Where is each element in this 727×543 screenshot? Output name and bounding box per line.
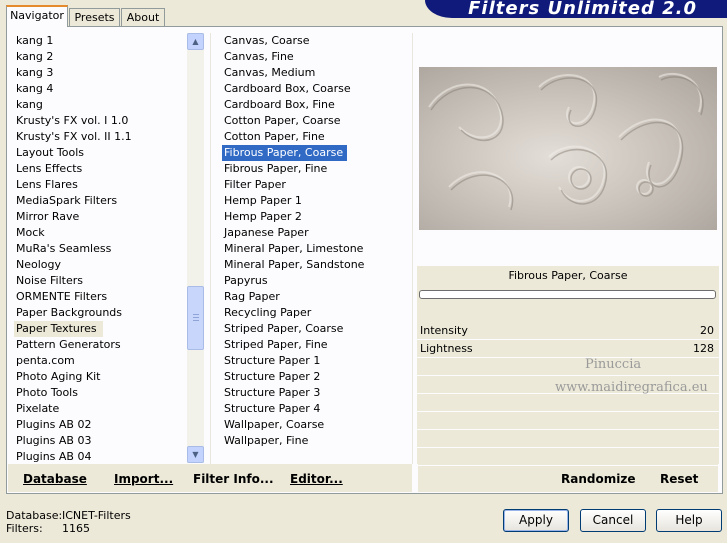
param-label: Intensity xyxy=(420,324,468,337)
help-button[interactable]: Help xyxy=(656,509,722,532)
category-item[interactable]: Noise Filters xyxy=(14,273,186,289)
category-item[interactable]: Plugins AB 02 xyxy=(14,417,186,433)
filter-item[interactable]: Fibrous Paper, Coarse xyxy=(222,145,348,161)
selected-filter-name: Fibrous Paper, Coarse xyxy=(508,269,628,282)
category-item[interactable]: kang 2 xyxy=(14,49,186,65)
category-item[interactable]: MediaSpark Filters xyxy=(14,193,186,209)
param-row-empty xyxy=(417,448,719,466)
category-item[interactable]: ORMENTE Filters xyxy=(14,289,186,305)
category-item[interactable]: Mock xyxy=(14,225,186,241)
filter-item[interactable]: Striped Paper, Coarse xyxy=(222,321,410,337)
chevron-up-icon[interactable]: ▲ xyxy=(187,33,204,50)
category-item[interactable]: Pattern Generators xyxy=(14,337,186,353)
filter-list[interactable]: Canvas, Coarse Canvas, Fine Canvas, Medium… xyxy=(222,33,410,449)
cancel-button[interactable]: Cancel xyxy=(580,509,646,532)
editor-link[interactable]: Editor... xyxy=(290,472,343,486)
reset-button[interactable]: Reset xyxy=(660,472,698,486)
filter-item[interactable]: Mineral Paper, Limestone xyxy=(222,241,410,257)
param-row-empty xyxy=(417,394,719,412)
category-list[interactable]: kang 1 kang 2 kang 3 kang 4 kang Krusty's FX … xyxy=(14,33,186,465)
randomize-button[interactable]: Randomize xyxy=(561,472,635,486)
import-link[interactable]: Import... xyxy=(114,472,173,486)
filter-item[interactable]: Rag Paper xyxy=(222,289,410,305)
divider xyxy=(412,33,413,464)
filter-item[interactable]: Cardboard Box, Fine xyxy=(222,97,410,113)
category-item[interactable]: Photo Aging Kit xyxy=(14,369,186,385)
filter-info-link[interactable]: Filter Info... xyxy=(193,472,274,486)
category-item[interactable]: Paper Textures xyxy=(14,321,103,337)
category-item[interactable]: MuRa's Seamless xyxy=(14,241,186,257)
watermark-url: www.maidiregrafica.eu xyxy=(555,380,708,395)
filter-item[interactable]: Canvas, Fine xyxy=(222,49,410,65)
category-scrollbar[interactable]: ▲ ▼ xyxy=(187,33,204,463)
filter-item[interactable]: Structure Paper 2 xyxy=(222,369,410,385)
app-title-banner: Filters Unlimited 2.0 xyxy=(425,0,727,18)
param-value: 128 xyxy=(693,342,714,355)
scrollbar-thumb[interactable] xyxy=(187,286,204,350)
category-item[interactable]: Neology xyxy=(14,257,186,273)
watermark-name: Pinuccia xyxy=(585,357,642,372)
progress-bar xyxy=(419,290,716,299)
tab-about[interactable]: About xyxy=(121,8,165,26)
category-item[interactable]: Pixelate xyxy=(14,401,186,417)
category-item[interactable]: Krusty's FX vol. II 1.1 xyxy=(14,129,186,145)
category-item[interactable]: Photo Tools xyxy=(14,385,186,401)
category-item[interactable]: Mirror Rave xyxy=(14,209,186,225)
filter-item[interactable]: Recycling Paper xyxy=(222,305,410,321)
filter-item[interactable]: Structure Paper 4 xyxy=(222,401,410,417)
param-row-intensity[interactable]: Intensity 20 xyxy=(417,322,719,340)
category-item[interactable]: Layout Tools xyxy=(14,145,186,161)
filter-item[interactable]: Papyrus xyxy=(222,273,410,289)
database-link[interactable]: Database xyxy=(23,472,87,486)
param-row-empty xyxy=(417,430,719,448)
filter-item[interactable]: Hemp Paper 1 xyxy=(222,193,410,209)
filter-item[interactable]: Cotton Paper, Fine xyxy=(222,129,410,145)
status-database-label: Database: xyxy=(6,509,63,522)
category-item[interactable]: kang 4 xyxy=(14,81,186,97)
category-item[interactable]: penta.com xyxy=(14,353,186,369)
filter-item[interactable]: Filter Paper xyxy=(222,177,410,193)
filter-item[interactable]: Fibrous Paper, Fine xyxy=(222,161,410,177)
param-label: Lightness xyxy=(420,342,473,355)
divider xyxy=(210,33,211,464)
navigator-actions-bar: Database Import... Filter Info... Editor… xyxy=(8,464,412,492)
apply-button[interactable]: Apply xyxy=(503,509,569,532)
filter-item[interactable]: Japanese Paper xyxy=(222,225,410,241)
status-database-value: ICNET-Filters xyxy=(62,509,131,522)
filter-item[interactable]: Structure Paper 1 xyxy=(222,353,410,369)
filter-item[interactable]: Cotton Paper, Coarse xyxy=(222,113,410,129)
preview-actions-bar: Randomize Reset xyxy=(418,464,718,492)
status-filters-label: Filters: xyxy=(6,522,43,535)
category-item[interactable]: Plugins AB 03 xyxy=(14,433,186,449)
status-filters-value: 1165 xyxy=(62,522,90,535)
filter-item[interactable]: Mineral Paper, Sandstone xyxy=(222,257,410,273)
tab-presets[interactable]: Presets xyxy=(69,8,120,26)
category-item[interactable]: kang xyxy=(14,97,186,113)
filter-item[interactable]: Canvas, Medium xyxy=(222,65,410,81)
category-item[interactable]: kang 3 xyxy=(14,65,186,81)
param-row-lightness[interactable]: Lightness 128 xyxy=(417,340,719,358)
chevron-down-icon[interactable]: ▼ xyxy=(187,446,204,463)
tab-navigator[interactable]: Navigator xyxy=(6,5,68,27)
filter-preview-image xyxy=(419,67,717,230)
filter-item[interactable]: Wallpaper, Fine xyxy=(222,433,410,449)
category-item[interactable]: Lens Effects xyxy=(14,161,186,177)
filter-item[interactable]: Wallpaper, Coarse xyxy=(222,417,410,433)
filter-item[interactable]: Canvas, Coarse xyxy=(222,33,410,49)
filter-item[interactable]: Cardboard Box, Coarse xyxy=(222,81,410,97)
filter-item[interactable]: Hemp Paper 2 xyxy=(222,209,410,225)
category-item[interactable]: Lens Flares xyxy=(14,177,186,193)
param-value: 20 xyxy=(700,324,714,337)
category-item[interactable]: Krusty's FX vol. I 1.0 xyxy=(14,113,186,129)
param-row-empty xyxy=(417,412,719,430)
category-item[interactable]: kang 1 xyxy=(14,33,186,49)
category-item[interactable]: Plugins AB 04 xyxy=(14,449,186,465)
category-item[interactable]: Paper Backgrounds xyxy=(14,305,186,321)
filter-item[interactable]: Striped Paper, Fine xyxy=(222,337,410,353)
filter-item[interactable]: Structure Paper 3 xyxy=(222,385,410,401)
param-row-empty xyxy=(417,358,719,376)
